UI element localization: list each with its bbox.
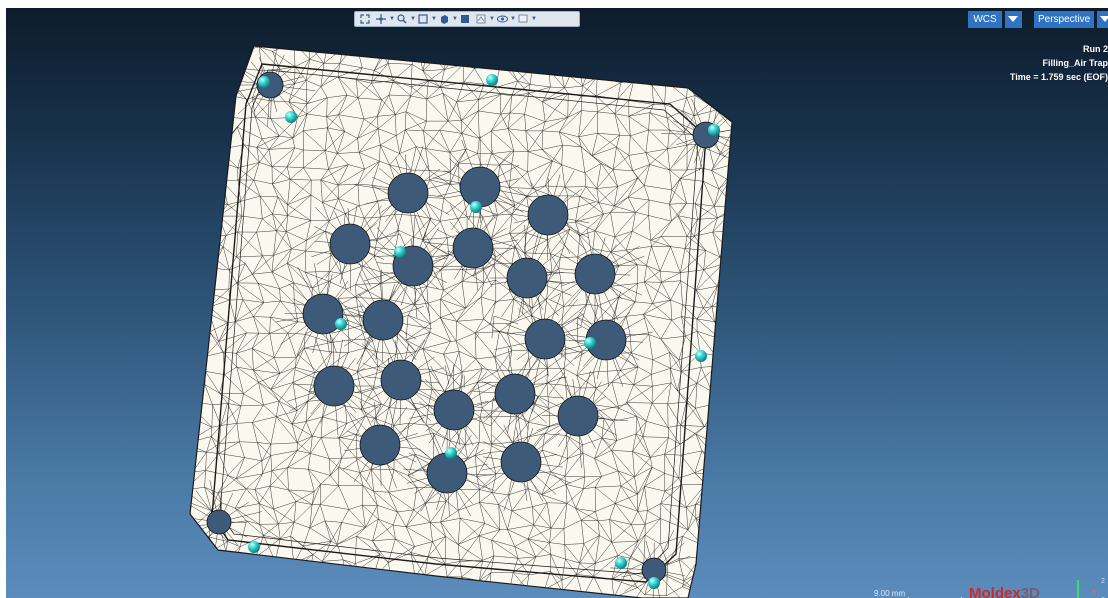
scale-label: 9.00 mm bbox=[874, 589, 906, 598]
hole bbox=[359, 424, 401, 466]
hole bbox=[574, 253, 616, 295]
result-name: Filling_Air Trap bbox=[1042, 58, 1108, 68]
hole bbox=[426, 452, 468, 494]
air-trap-marker[interactable] bbox=[615, 557, 627, 569]
screen-dropdown-icon[interactable]: ▼ bbox=[531, 16, 537, 22]
projection-button[interactable]: Perspective bbox=[1034, 11, 1094, 28]
layer-icon[interactable] bbox=[458, 13, 472, 25]
time-label: Time = 1.759 sec (EOF) bbox=[1009, 72, 1108, 82]
hole bbox=[380, 359, 422, 401]
coordinate-system-dropdown[interactable] bbox=[1005, 11, 1022, 28]
hole bbox=[506, 257, 548, 299]
air-trap-marker[interactable] bbox=[648, 577, 660, 589]
air-trap-marker[interactable] bbox=[248, 541, 260, 553]
visibility-dropdown-icon[interactable]: ▼ bbox=[510, 16, 516, 22]
hole bbox=[459, 166, 501, 208]
svg-text:x: x bbox=[1092, 587, 1096, 596]
coordinate-system-button[interactable]: WCS bbox=[968, 11, 1002, 28]
hole bbox=[362, 299, 404, 341]
part-dropdown-icon[interactable]: ▼ bbox=[452, 16, 458, 22]
air-trap-marker[interactable] bbox=[285, 111, 297, 123]
hole bbox=[500, 441, 542, 483]
chevron-down-icon bbox=[1100, 16, 1108, 22]
zoom-dropdown-icon[interactable]: ▼ bbox=[410, 16, 416, 22]
air-trap-marker[interactable] bbox=[258, 76, 270, 88]
screen-icon[interactable] bbox=[516, 13, 530, 25]
pan-dropdown-icon[interactable]: ▼ bbox=[389, 16, 395, 22]
hole bbox=[527, 194, 569, 236]
hole bbox=[329, 223, 371, 265]
display-box-icon[interactable] bbox=[416, 13, 430, 25]
axis-triad: x 2 3 bbox=[1077, 578, 1105, 598]
clipping-dropdown-icon[interactable]: ▼ bbox=[489, 16, 495, 22]
clipping-icon[interactable] bbox=[474, 13, 488, 25]
hole bbox=[206, 509, 232, 535]
part-cube-icon[interactable] bbox=[437, 13, 451, 25]
hole bbox=[494, 373, 536, 415]
air-trap-marker[interactable] bbox=[708, 124, 720, 136]
fit-view-icon[interactable] bbox=[358, 13, 372, 25]
air-trap-marker[interactable] bbox=[695, 350, 707, 362]
part-plate bbox=[189, 45, 733, 598]
projection-dropdown[interactable] bbox=[1097, 11, 1108, 28]
hole bbox=[524, 318, 566, 360]
moldex-logo: Moldex3D bbox=[969, 585, 1040, 598]
pan-icon[interactable] bbox=[374, 13, 388, 25]
hole bbox=[557, 395, 599, 437]
chevron-down-icon bbox=[1008, 16, 1018, 22]
air-trap-marker[interactable] bbox=[470, 201, 482, 213]
result-info-panel: Run 2 Filling_Air Trap Time = 1.759 sec … bbox=[968, 42, 1108, 84]
display-dropdown-icon[interactable]: ▼ bbox=[431, 16, 437, 22]
mesh-model[interactable] bbox=[6, 8, 1108, 598]
air-trap-marker[interactable] bbox=[445, 447, 457, 459]
hole bbox=[452, 227, 494, 269]
hole bbox=[433, 389, 475, 431]
air-trap-marker[interactable] bbox=[335, 318, 347, 330]
air-trap-marker[interactable] bbox=[486, 74, 498, 86]
3d-viewport[interactable]: ▼ ▼ ▼ ▼ ▼ ▼ ▼ WCS Perspective Run 2 Fill… bbox=[6, 8, 1108, 598]
zoom-icon[interactable] bbox=[395, 13, 409, 25]
air-trap-marker[interactable] bbox=[584, 337, 596, 349]
visibility-eye-icon[interactable] bbox=[495, 13, 509, 25]
view-toolbar: ▼ ▼ ▼ ▼ ▼ ▼ ▼ bbox=[354, 11, 580, 27]
hole bbox=[313, 365, 355, 407]
run-label: Run 2 bbox=[1082, 44, 1108, 54]
svg-text:2: 2 bbox=[1101, 578, 1105, 585]
hole bbox=[387, 172, 429, 214]
air-trap-marker[interactable] bbox=[394, 246, 406, 258]
